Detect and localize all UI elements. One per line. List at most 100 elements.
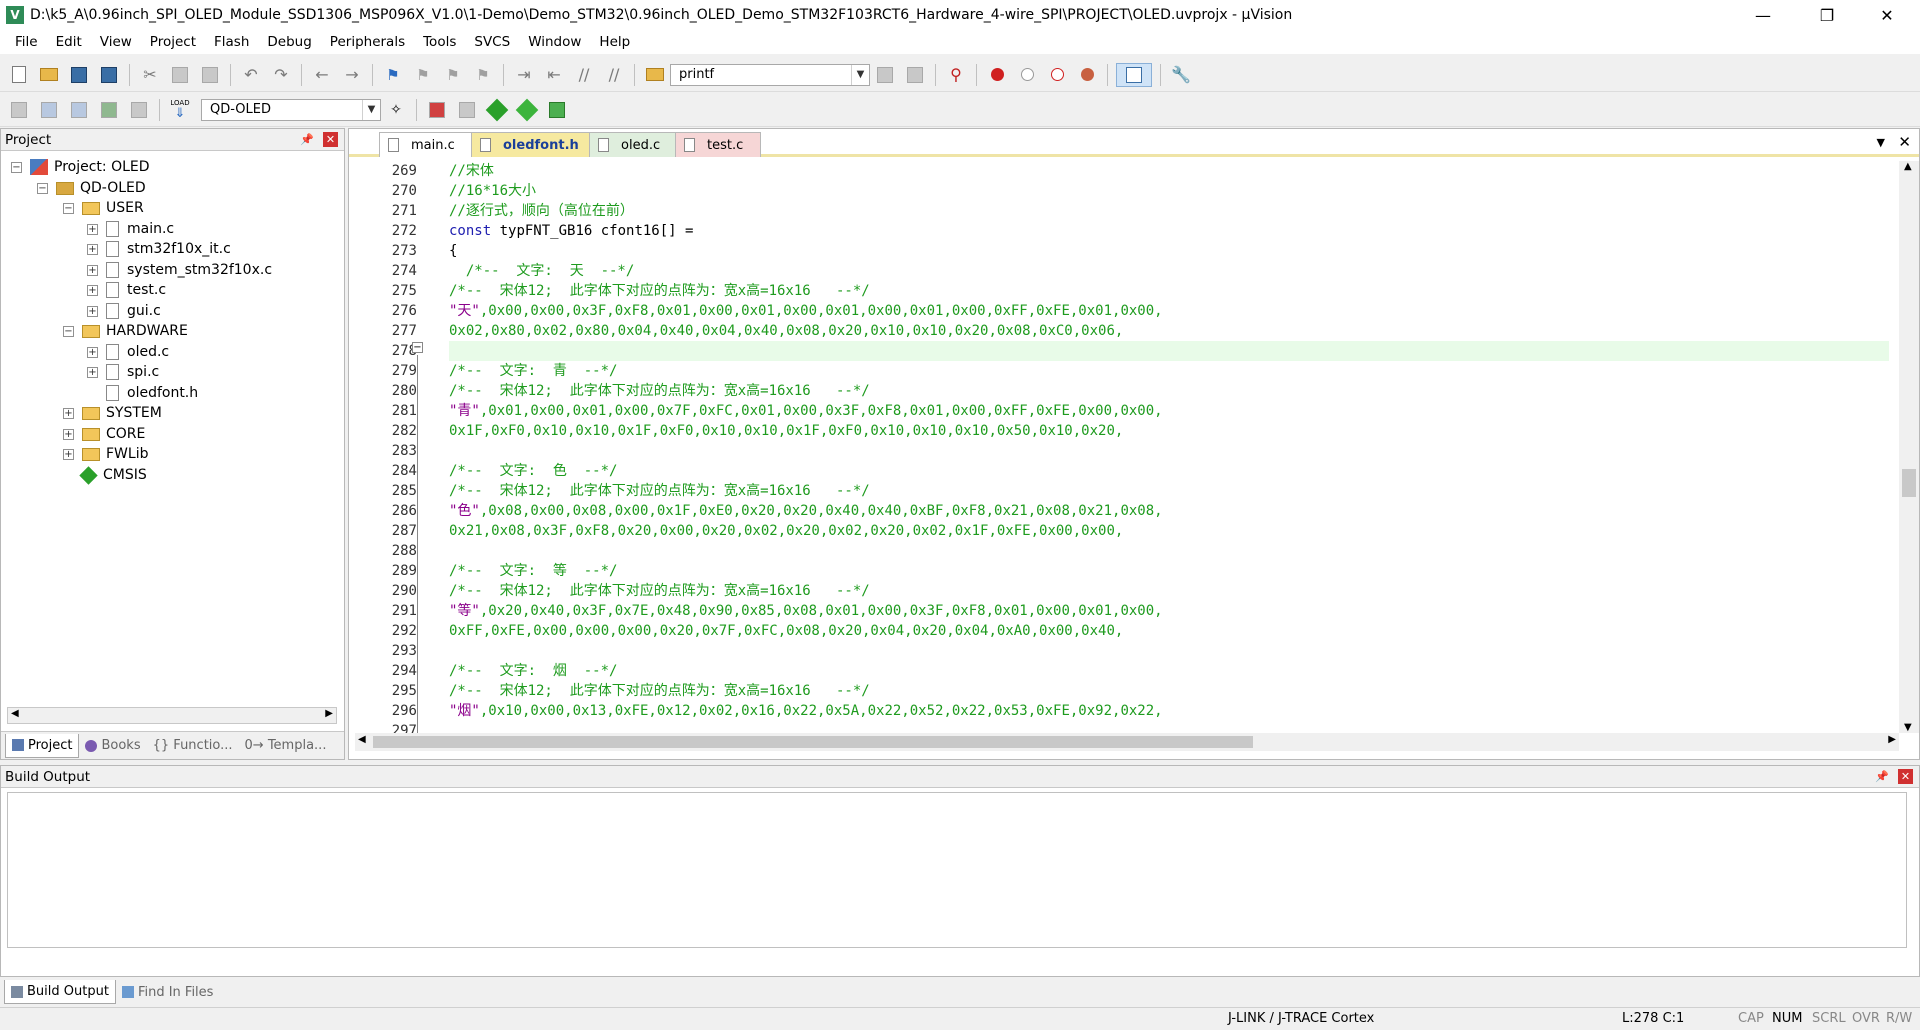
tree-item-fwlib-group[interactable]: + FWLib — [63, 444, 148, 464]
new-file-button[interactable] — [7, 63, 31, 87]
target-combo[interactable]: QD-OLED ▼ — [201, 98, 381, 121]
tree-item-file[interactable]: + system_stm32f10x.c — [87, 260, 272, 280]
menu-file[interactable]: File — [6, 30, 47, 54]
tab-find-in-files[interactable]: Find In Files — [116, 980, 220, 1004]
pack-installer-button[interactable] — [545, 98, 569, 122]
stop-build-button[interactable] — [127, 98, 151, 122]
expand-icon[interactable]: + — [87, 366, 98, 378]
kill-all-breakpoints-button[interactable] — [1075, 63, 1099, 87]
chevron-down-icon[interactable]: ▼ — [851, 64, 869, 85]
find-combo[interactable]: printf ▼ — [670, 63, 870, 86]
save-button[interactable] — [67, 63, 91, 87]
tree-item-system-group[interactable]: + SYSTEM — [63, 403, 162, 423]
tree-item-file[interactable]: + oled.c — [87, 342, 169, 362]
scroll-left-icon[interactable]: ◀ — [358, 734, 366, 745]
translate-button[interactable] — [7, 98, 31, 122]
paste-button[interactable] — [198, 63, 222, 87]
menu-edit[interactable]: Edit — [47, 30, 91, 54]
tree-item-file[interactable]: + main.c — [87, 219, 174, 239]
scroll-right-icon[interactable]: ▶ — [325, 708, 333, 719]
tree-item-core-group[interactable]: + CORE — [63, 424, 145, 444]
configure-button[interactable]: 🔧 — [1169, 63, 1193, 87]
cut-button[interactable]: ✂ — [138, 63, 162, 87]
download-button[interactable]: LOAD ⇓ — [168, 98, 192, 122]
menu-window[interactable]: Window — [519, 30, 590, 54]
expand-icon[interactable]: + — [63, 448, 74, 460]
tree-item-file[interactable]: + test.c — [87, 280, 166, 300]
open-file-button[interactable] — [37, 63, 61, 87]
uncomment-button[interactable]: // — [602, 63, 626, 87]
expand-icon[interactable]: + — [87, 223, 98, 235]
menu-flash[interactable]: Flash — [205, 30, 258, 54]
code-area[interactable]: //宋体 //16*16大小 //逐行式，顺向（高位在前） const typF… — [449, 161, 1889, 733]
tab-functions[interactable]: {} Functio... — [147, 734, 239, 758]
disable-breakpoint-button[interactable] — [1015, 63, 1039, 87]
collapse-icon[interactable]: − — [63, 325, 74, 337]
incremental-find-button[interactable] — [873, 63, 897, 87]
scroll-down-icon[interactable]: ▼ — [1904, 722, 1912, 733]
build-output-text-area[interactable] — [7, 792, 1907, 948]
close-panel-button[interactable]: ✕ — [1898, 769, 1913, 784]
tab-list-dropdown-icon[interactable]: ▼ — [1877, 136, 1885, 149]
tree-item-project[interactable]: − Project: OLED — [11, 157, 150, 177]
tree-item-hardware-group[interactable]: − HARDWARE — [63, 321, 188, 341]
expand-icon[interactable]: + — [87, 305, 98, 317]
file-extensions-button[interactable] — [455, 98, 479, 122]
fold-collapse-icon[interactable]: − — [412, 342, 423, 353]
restore-button[interactable]: ❐ — [1804, 0, 1850, 30]
menu-view[interactable]: View — [91, 30, 141, 54]
insert-breakpoint-button[interactable] — [985, 63, 1009, 87]
select-software-packs-button[interactable] — [515, 98, 539, 122]
expand-icon[interactable]: + — [87, 284, 98, 296]
copy-button[interactable] — [168, 63, 192, 87]
navigate-back-button[interactable]: ← — [310, 63, 334, 87]
menu-tools[interactable]: Tools — [414, 30, 465, 54]
chevron-down-icon[interactable]: ▼ — [362, 99, 380, 120]
save-all-button[interactable] — [97, 63, 121, 87]
toggle-bookmark-button[interactable]: ⚑ — [381, 63, 405, 87]
scroll-right-icon[interactable]: ▶ — [1888, 734, 1896, 745]
prev-bookmark-button[interactable]: ⚑ — [411, 63, 435, 87]
scroll-left-icon[interactable]: ◀ — [11, 708, 19, 719]
expand-icon[interactable]: + — [63, 407, 74, 419]
rebuild-button[interactable] — [67, 98, 91, 122]
window-layout-button[interactable] — [1116, 62, 1152, 87]
disable-all-breakpoints-button[interactable] — [1045, 63, 1069, 87]
editor-vertical-scrollbar[interactable]: ▲ ▼ — [1899, 161, 1919, 733]
tree-item-user-group[interactable]: − USER — [63, 198, 144, 218]
manage-project-items-button[interactable] — [425, 98, 449, 122]
tree-item-file[interactable]: + spi.c — [87, 362, 159, 382]
close-window-button[interactable]: ✕ — [1864, 0, 1910, 30]
find-in-files-button[interactable] — [643, 63, 667, 87]
tree-item-file[interactable]: oledfont.h — [106, 383, 198, 403]
tree-item-target[interactable]: − QD-OLED — [37, 178, 146, 198]
tab-test-c[interactable]: test.c — [675, 132, 761, 157]
project-horizontal-scrollbar[interactable]: ◀ ▶ — [7, 707, 337, 724]
scroll-up-icon[interactable]: ▲ — [1904, 161, 1912, 172]
vertical-scroll-thumb[interactable] — [1902, 469, 1916, 497]
tab-books[interactable]: Books — [79, 734, 146, 758]
expand-icon[interactable]: + — [63, 428, 74, 440]
menu-help[interactable]: Help — [590, 30, 639, 54]
minimize-button[interactable]: — — [1740, 0, 1786, 30]
next-bookmark-button[interactable]: ⚑ — [441, 63, 465, 87]
collapse-icon[interactable]: − — [63, 202, 74, 214]
tree-item-file[interactable]: + stm32f10x_it.c — [87, 239, 231, 259]
tab-oled-c[interactable]: oled.c — [589, 132, 685, 157]
menu-project[interactable]: Project — [141, 30, 205, 54]
pin-icon[interactable]: 📌 — [1875, 770, 1889, 783]
manage-run-time-env-button[interactable] — [485, 98, 509, 122]
tree-item-file[interactable]: + gui.c — [87, 301, 161, 321]
menu-peripherals[interactable]: Peripherals — [321, 30, 414, 54]
unindent-button[interactable]: ⇤ — [542, 63, 566, 87]
collapse-icon[interactable]: − — [37, 182, 48, 194]
tab-oledfont-h[interactable]: oledfont.h — [471, 132, 599, 157]
menu-svcs[interactable]: SVCS — [465, 30, 519, 54]
collapse-icon[interactable]: − — [11, 161, 22, 173]
expand-icon[interactable]: + — [87, 264, 98, 276]
navigate-forward-button[interactable]: → — [340, 63, 364, 87]
menu-debug[interactable]: Debug — [258, 30, 320, 54]
indent-button[interactable]: ⇥ — [512, 63, 536, 87]
tab-templates[interactable]: 0→ Templa... — [239, 734, 333, 758]
tree-item-cmsis[interactable]: CMSIS — [79, 465, 147, 485]
